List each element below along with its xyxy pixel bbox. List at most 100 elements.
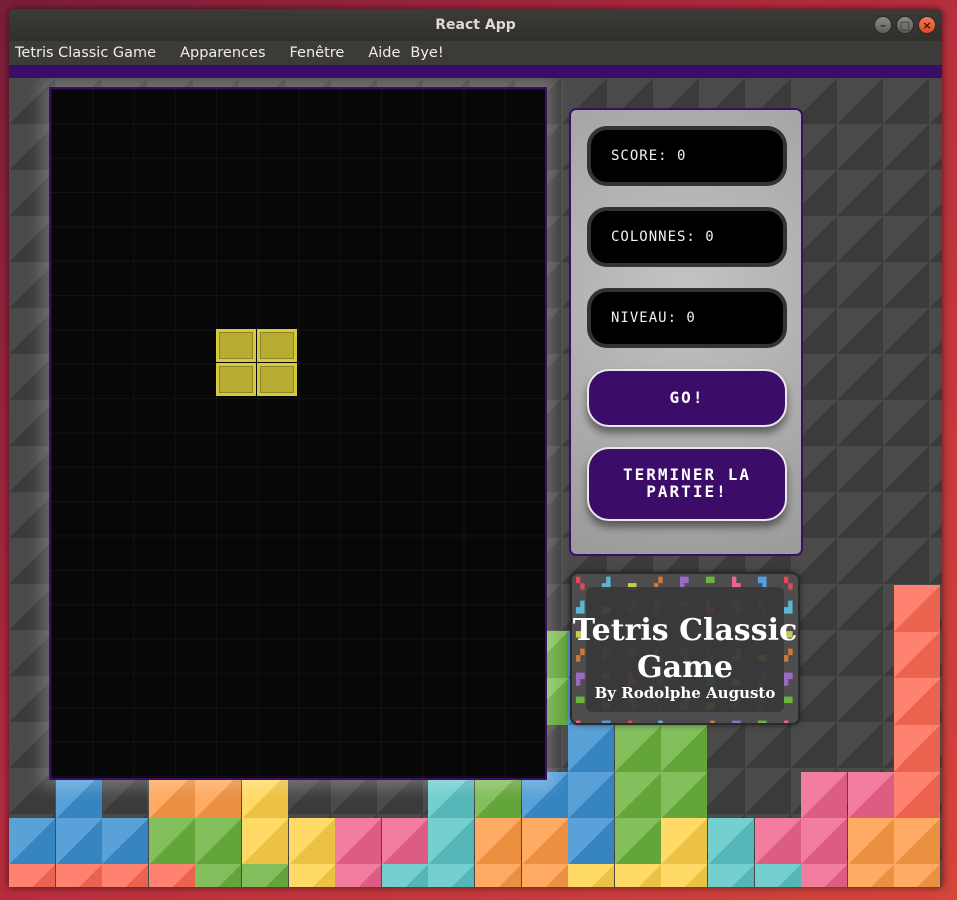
piece-cell (257, 363, 297, 396)
background-block (335, 864, 382, 887)
background-block (428, 864, 475, 887)
window-title: React App (435, 17, 516, 33)
end-game-label-line2: PARTIE! (646, 482, 728, 501)
background-block (614, 864, 661, 887)
accent-band (9, 65, 942, 78)
background-block (242, 818, 288, 865)
background-block (568, 818, 615, 865)
tetris-board[interactable] (49, 87, 547, 780)
background-block (475, 864, 521, 887)
background-block (708, 818, 754, 865)
logo-pattern-icon: ▀ (758, 722, 766, 723)
logo-pattern-icon: ▚ (784, 577, 793, 590)
piece-cell (257, 329, 297, 362)
logo-pattern-icon: ▙ (576, 722, 584, 723)
background-block (801, 818, 848, 865)
background-block (148, 818, 195, 865)
background-block (614, 725, 661, 772)
background-block (754, 818, 801, 865)
control-panel: SCORE: 0 COLONNES: 0 NIVEAU: 0 GO! TERMI… (569, 108, 803, 556)
end-game-button[interactable]: TERMINER LA PARTIE! (587, 447, 787, 521)
logo-pattern-icon: ▚ (576, 577, 585, 590)
menu-item-fenetre[interactable]: Fenêtre (290, 45, 345, 61)
logo-title: Tetris Classic Game (572, 612, 798, 686)
maximize-icon[interactable]: □ (896, 16, 914, 34)
background-block (288, 818, 335, 865)
columns-label: COLONNES: 0 (611, 229, 715, 245)
background-block (661, 818, 708, 865)
background-block (614, 818, 661, 865)
background-block (381, 818, 428, 865)
logo-pattern-icon: ▟ (654, 722, 662, 723)
background-block (801, 864, 848, 887)
background-block (102, 818, 149, 865)
background-block (894, 772, 941, 819)
close-icon[interactable]: × (918, 16, 936, 34)
background-block (894, 678, 941, 725)
menu-item-tetris-classic-game[interactable]: Tetris Classic Game (15, 45, 156, 61)
logo-title-line1: Tetris Classic (572, 613, 798, 648)
background-block (428, 818, 475, 865)
logo-title-line2: Game (637, 650, 733, 685)
background-block (335, 818, 382, 865)
logo-byline: By Rodolphe Augusto (594, 684, 776, 702)
background-block (661, 772, 708, 819)
background-block (521, 864, 568, 887)
background-block (568, 772, 615, 819)
title-bar: React App – □ × (9, 9, 942, 41)
menu-item-apparences[interactable]: Apparences (180, 45, 265, 61)
menu-bar: Tetris Classic Game Apparences Fenêtre A… (9, 41, 942, 65)
score-label: SCORE: 0 (611, 148, 687, 164)
background-block (568, 725, 615, 772)
logo-pattern-icon: ▞ (706, 722, 714, 723)
background-block (614, 772, 661, 819)
background-block (195, 864, 242, 887)
background-block (894, 818, 941, 865)
background-block (55, 818, 102, 865)
minimize-icon[interactable]: – (874, 16, 892, 34)
piece-cell (216, 329, 256, 362)
logo-pattern-icon: ▛ (732, 722, 740, 723)
piece-cell (216, 363, 256, 396)
background-block (242, 864, 288, 887)
background-block (55, 864, 102, 887)
background-block (9, 864, 55, 887)
background-block (568, 864, 615, 887)
background-block (894, 585, 941, 632)
background-block (288, 864, 335, 887)
background-block (9, 818, 55, 865)
columns-display: COLONNES: 0 (587, 207, 787, 267)
background-block (148, 864, 195, 887)
logo-pattern-icon: ▄ (680, 722, 688, 723)
background-block (102, 864, 149, 887)
background-block (894, 864, 941, 887)
background-block (847, 818, 894, 865)
menu-item-aide[interactable]: Aide (368, 45, 400, 61)
app-window: React App – □ × Tetris Classic Game Appa… (9, 9, 942, 887)
background-block (661, 864, 708, 887)
menu-item-bye[interactable]: Bye! (410, 45, 443, 61)
background-block (847, 772, 894, 819)
background-block (521, 818, 568, 865)
logo-pattern-icon: ▙ (784, 722, 792, 723)
background-block (381, 864, 428, 887)
score-display: SCORE: 0 (587, 126, 787, 186)
game-area: SCORE: 0 COLONNES: 0 NIVEAU: 0 GO! TERMI… (9, 78, 942, 887)
window-controls: – □ × (874, 16, 936, 34)
background-block (894, 725, 941, 772)
logo-pattern-icon: ▜ (602, 722, 610, 723)
background-block (894, 631, 941, 678)
background-block (661, 725, 708, 772)
background-block (475, 818, 521, 865)
logo-pattern-icon: ▚ (628, 722, 636, 723)
level-label: NIVEAU: 0 (611, 310, 696, 326)
background-block (708, 864, 754, 887)
background-block (847, 864, 894, 887)
game-logo: ▚▟▄▞▛▀▙▜▚▟▄▞▛▀▙▜▚▟▄▞▛▀▙▜▚▟▄▞▛▀▙▜▚▟▄▞▛▀▙▜… (570, 572, 800, 725)
go-button[interactable]: GO! (587, 369, 787, 427)
level-display: NIVEAU: 0 (587, 288, 787, 348)
background-block (754, 864, 801, 887)
go-button-label: GO! (669, 387, 705, 407)
background-block (801, 772, 848, 819)
background-block (195, 818, 242, 865)
